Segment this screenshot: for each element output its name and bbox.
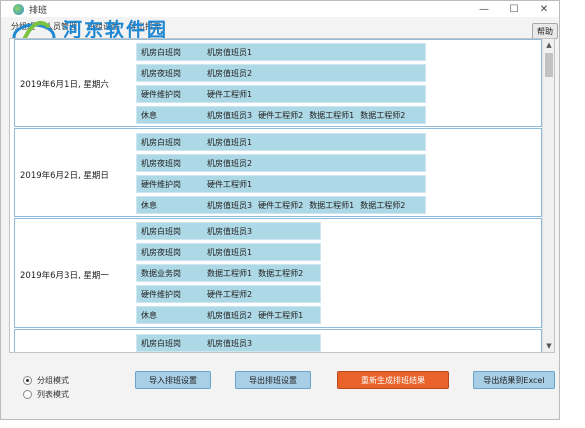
import-settings-button[interactable]: 导入排班设置 xyxy=(135,371,211,389)
shift-person: 机房值班员3 xyxy=(207,338,253,348)
menu-item-teams[interactable]: 班组设置 xyxy=(85,20,121,34)
list-mode-label: 列表模式 xyxy=(37,390,69,399)
shift-person: 数据工程师1 xyxy=(207,268,253,278)
day-date: 2019年6月2日, 星期日 xyxy=(20,171,109,181)
shift-name: 机房夜班岗 xyxy=(141,158,181,168)
shift-row[interactable]: 机房白班岗 机房值班员1 xyxy=(136,133,426,151)
shift-row[interactable]: 机房白班岗 机房值班员3 xyxy=(136,222,321,240)
menu-item-report[interactable]: 导出报表 xyxy=(127,20,163,34)
shift-person: 机房值班员3 xyxy=(207,110,253,120)
shift-name: 机房白班岗 xyxy=(141,47,181,57)
shift-name: 硬件维护岗 xyxy=(141,179,181,189)
group-mode-option[interactable]: 分组模式 xyxy=(23,375,69,386)
shift-person: 硬件工程师1 xyxy=(207,179,253,189)
shift-person: 机房值班员1 xyxy=(207,47,253,57)
day-group: 2019年6月1日, 星期六 机房白班岗 机房值班员1 机房夜班岗 机房值班员2… xyxy=(14,39,542,127)
shift-person: 硬件工程师2 xyxy=(258,200,304,210)
shift-row[interactable]: 硬件维护岗 硬件工程师1 xyxy=(136,85,426,103)
export-excel-button[interactable]: 导出结果到Excel xyxy=(473,371,555,389)
bottom-toolbar: 分组模式 列表模式 导入排班设置 导出排班设置 重新生成排班结果 导出结果到Ex… xyxy=(1,361,559,411)
shift-row[interactable]: 机房白班岗 机房值班员1 xyxy=(136,43,426,61)
shift-row[interactable]: 机房夜班岗 机房值班员2 xyxy=(136,64,426,82)
shift-name: 休息 xyxy=(141,310,157,320)
shift-person: 数据工程师1 xyxy=(309,200,355,210)
shift-name: 机房白班岗 xyxy=(141,338,181,348)
day-group: 2019年6月2日, 星期日 机房白班岗 机房值班员1 机房夜班岗 机房值班员2… xyxy=(14,128,542,217)
shift-person: 机房值班员1 xyxy=(207,247,253,257)
shift-name: 硬件维护岗 xyxy=(141,289,181,299)
menu-bar: 分组班 人员管理 班组设置 导出报表 xyxy=(9,20,163,34)
shift-row[interactable]: 数据业务岗 数据工程师1 数据工程师2 xyxy=(136,264,321,282)
shift-person: 硬件工程师2 xyxy=(207,289,253,299)
shift-row[interactable]: 休息 机房值班员3 硬件工程师2 数据工程师1 数据工程师2 xyxy=(136,196,426,214)
shift-person: 机房值班员2 xyxy=(207,158,253,168)
shift-row[interactable]: 休息 机房值班员2 硬件工程师1 xyxy=(136,306,321,324)
schedule-window: 排班 — ☐ ✕ 分组班 人员管理 班组设置 导出报表 河东软件园 www.pc… xyxy=(0,0,560,420)
shift-person: 硬件工程师2 xyxy=(258,110,304,120)
scroll-down-icon[interactable]: ▼ xyxy=(543,340,554,352)
vertical-scrollbar[interactable]: ▲ ▼ xyxy=(542,39,554,352)
day-date: 2019年6月3日, 星期一 xyxy=(20,271,109,281)
maximize-button[interactable]: ☐ xyxy=(499,1,529,17)
window-controls: — ☐ ✕ xyxy=(469,1,559,17)
shift-person: 数据工程师2 xyxy=(360,110,406,120)
shift-person: 硬件工程师1 xyxy=(207,89,253,99)
scroll-thumb[interactable] xyxy=(545,53,553,77)
group-mode-label: 分组模式 xyxy=(37,376,69,385)
window-title: 排班 xyxy=(29,5,48,16)
list-mode-option[interactable]: 列表模式 xyxy=(23,389,69,400)
shift-name: 机房夜班岗 xyxy=(141,68,181,78)
shift-person: 机房值班员2 xyxy=(207,68,253,78)
regenerate-button[interactable]: 重新生成排班结果 xyxy=(337,371,449,389)
shift-row[interactable]: 机房夜班岗 机房值班员2 xyxy=(136,154,426,172)
shift-row[interactable]: 硬件维护岗 硬件工程师1 xyxy=(136,175,426,193)
export-settings-button[interactable]: 导出排班设置 xyxy=(235,371,311,389)
close-button[interactable]: ✕ xyxy=(529,1,559,17)
shift-person: 数据工程师1 xyxy=(309,110,355,120)
schedule-list[interactable]: 2019年6月1日, 星期六 机房白班岗 机房值班员1 机房夜班岗 机房值班员2… xyxy=(9,38,555,353)
shift-person: 机房值班员2 xyxy=(207,310,253,320)
shift-person: 数据工程师2 xyxy=(258,268,304,278)
shift-row[interactable]: 硬件维护岗 硬件工程师2 xyxy=(136,285,321,303)
shift-name: 机房白班岗 xyxy=(141,226,181,236)
menu-item-staff[interactable]: 人员管理 xyxy=(43,20,79,34)
shift-name: 机房白班岗 xyxy=(141,137,181,147)
list-mode-radio[interactable] xyxy=(23,390,32,399)
day-group: 2019年6月3日, 星期一 机房白班岗 机房值班员3 机房夜班岗 机房值班员1… xyxy=(14,218,542,328)
scroll-up-icon[interactable]: ▲ xyxy=(543,39,554,51)
shift-row[interactable]: 机房白班岗 机房值班员3 xyxy=(136,334,321,352)
minimize-button[interactable]: — xyxy=(469,1,499,17)
shift-person: 硬件工程师1 xyxy=(258,310,304,320)
shift-name: 机房夜班岗 xyxy=(141,247,181,257)
day-date: 2019年6月1日, 星期六 xyxy=(20,80,109,90)
shift-name: 数据业务岗 xyxy=(141,268,181,278)
app-icon xyxy=(13,3,24,15)
shift-row[interactable]: 休息 机房值班员3 硬件工程师2 数据工程师1 数据工程师2 xyxy=(136,106,426,124)
title-bar: 排班 — ☐ ✕ xyxy=(1,1,559,17)
shift-name: 休息 xyxy=(141,200,157,210)
day-group: 机房白班岗 机房值班员3 xyxy=(14,329,542,352)
shift-person: 机房值班员3 xyxy=(207,226,253,236)
group-mode-radio[interactable] xyxy=(23,376,32,385)
menu-item-group[interactable]: 分组班 xyxy=(9,20,37,34)
help-button[interactable]: 帮助 xyxy=(532,23,558,39)
shift-person: 机房值班员3 xyxy=(207,200,253,210)
shift-person: 数据工程师2 xyxy=(360,200,406,210)
shift-row[interactable]: 机房夜班岗 机房值班员1 xyxy=(136,243,321,261)
shift-name: 休息 xyxy=(141,110,157,120)
shift-name: 硬件维护岗 xyxy=(141,89,181,99)
shift-person: 机房值班员1 xyxy=(207,137,253,147)
